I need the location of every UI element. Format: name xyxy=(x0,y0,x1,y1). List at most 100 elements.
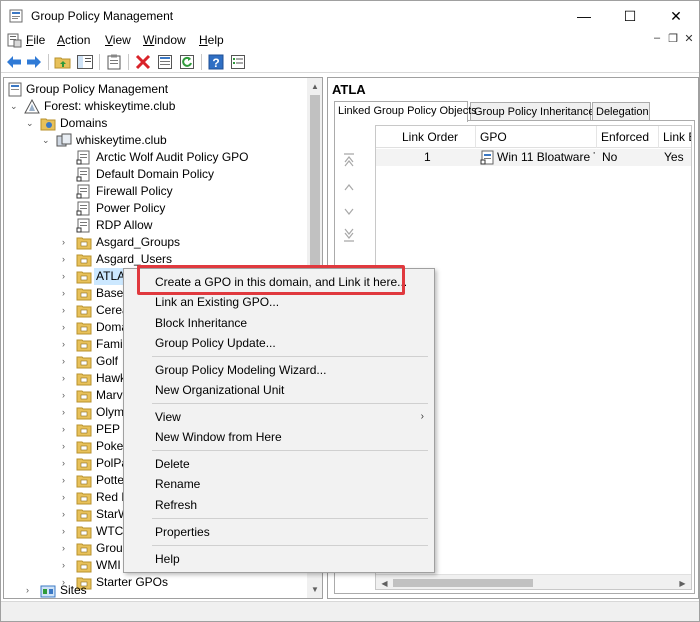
expand-chevron-icon[interactable]: › xyxy=(62,472,72,489)
col-gpo[interactable]: GPO xyxy=(476,126,597,148)
tree-label: Domains xyxy=(60,116,108,130)
mdi-restore-button[interactable]: ❐ xyxy=(665,32,681,48)
scroll-thumb[interactable] xyxy=(310,95,320,265)
ou-folder-icon xyxy=(76,390,92,403)
expand-chevron-icon[interactable]: › xyxy=(62,387,72,404)
show-hide-tree-icon[interactable] xyxy=(76,53,94,71)
ou-folder-icon xyxy=(76,356,92,369)
menu-action[interactable]: Action xyxy=(57,33,90,47)
collapse-chevron-icon[interactable]: ⌄ xyxy=(26,115,36,132)
tree-label: Firewall Policy xyxy=(96,184,173,198)
title-bar: Group Policy Management — ☐ ✕ xyxy=(1,1,699,31)
expand-chevron-icon[interactable]: › xyxy=(62,421,72,438)
collapse-chevron-icon[interactable]: ⌄ xyxy=(42,132,52,149)
menu-window[interactable]: Window xyxy=(143,33,186,47)
expand-chevron-icon[interactable]: › xyxy=(62,540,72,557)
tab-delegation[interactable]: Delegation xyxy=(592,102,650,121)
tree-label: Power Policy xyxy=(96,201,166,215)
menu-rename[interactable]: Rename xyxy=(124,474,434,494)
col-link-order[interactable]: Link Order xyxy=(376,126,476,148)
refresh-icon[interactable] xyxy=(178,53,196,71)
expand-chevron-icon[interactable]: › xyxy=(62,438,72,455)
toolbar-separator xyxy=(99,54,100,70)
move-to-bottom-icon[interactable] xyxy=(340,227,358,243)
help-icon[interactable]: ? xyxy=(207,53,225,71)
tab-gp-inheritance[interactable]: Group Policy Inheritance xyxy=(470,102,594,121)
ou-folder-icon xyxy=(76,458,92,471)
menu-block-inheritance[interactable]: Block Inheritance xyxy=(124,313,434,333)
menu-delete[interactable]: Delete xyxy=(124,454,434,474)
scroll-left-arrow-icon[interactable]: ◀ xyxy=(376,575,393,589)
svg-text:?: ? xyxy=(212,56,219,70)
table-row[interactable]: 1 Win 11 Bloatware T... No Yes xyxy=(376,149,691,166)
expand-chevron-icon[interactable]: › xyxy=(62,455,72,472)
up-folder-icon[interactable] xyxy=(54,53,72,71)
tree-label: Hawk xyxy=(96,371,127,385)
tree-label: Arctic Wolf Audit Policy GPO xyxy=(96,150,249,164)
expand-chevron-icon[interactable]: › xyxy=(62,353,72,370)
menu-help[interactable]: Help xyxy=(124,549,434,569)
gpo-link-icon xyxy=(76,201,90,216)
back-arrow-icon[interactable] xyxy=(5,53,23,71)
tree-label: RDP Allow xyxy=(96,218,153,232)
menu-file[interactable]: File xyxy=(26,33,45,47)
move-up-icon[interactable] xyxy=(340,179,358,195)
tree-label: Starter GPOs xyxy=(96,575,169,589)
toolbar-separator xyxy=(201,54,202,70)
scroll-up-arrow-icon[interactable]: ▲ xyxy=(307,78,322,95)
menu-view[interactable]: View › xyxy=(124,407,434,427)
properties-icon[interactable] xyxy=(156,53,174,71)
mdi-close-button[interactable]: ✕ xyxy=(681,32,697,48)
menu-properties[interactable]: Properties xyxy=(124,522,434,542)
close-button[interactable]: ✕ xyxy=(653,1,699,31)
expand-chevron-icon[interactable]: › xyxy=(62,251,72,268)
scroll-down-arrow-icon[interactable]: ▼ xyxy=(307,581,322,598)
expand-chevron-icon[interactable]: › xyxy=(62,506,72,523)
export-list-icon[interactable] xyxy=(229,53,247,71)
maximize-button[interactable]: ☐ xyxy=(607,1,653,31)
move-to-top-icon[interactable] xyxy=(340,151,358,167)
context-menu: Create a GPO in this domain, and Link it… xyxy=(123,268,435,573)
expand-chevron-icon[interactable]: › xyxy=(62,285,72,302)
menu-help[interactable]: Help xyxy=(199,33,224,47)
menu-new-ou[interactable]: New Organizational Unit xyxy=(124,380,434,400)
expand-chevron-icon[interactable]: › xyxy=(26,582,36,598)
delete-x-icon[interactable] xyxy=(134,53,152,71)
expand-chevron-icon[interactable]: › xyxy=(62,302,72,319)
tree-label: Golf xyxy=(96,354,119,368)
ou-folder-icon xyxy=(76,288,92,301)
menu-gp-update[interactable]: Group Policy Update... xyxy=(124,333,434,353)
expand-chevron-icon[interactable]: › xyxy=(62,234,72,251)
minimize-button[interactable]: — xyxy=(561,1,607,31)
cell-gpo: Win 11 Bloatware T... xyxy=(497,150,595,164)
col-link-enabled[interactable]: Link E xyxy=(659,126,691,148)
menu-view[interactable]: View xyxy=(105,33,131,47)
clipboard-icon[interactable] xyxy=(105,53,123,71)
menu-gp-modeling-wizard[interactable]: Group Policy Modeling Wizard... xyxy=(124,360,434,380)
move-down-icon[interactable] xyxy=(340,203,358,219)
grid-horizontal-scrollbar[interactable]: ◀ ▶ xyxy=(376,574,691,589)
expand-chevron-icon[interactable]: › xyxy=(62,268,72,285)
col-enforced[interactable]: Enforced xyxy=(597,126,659,148)
expand-chevron-icon[interactable]: › xyxy=(62,370,72,387)
tree-label: Forest: whiskeytime.club xyxy=(44,99,176,113)
expand-chevron-icon[interactable]: › xyxy=(62,404,72,421)
menu-new-window[interactable]: New Window from Here xyxy=(124,427,434,447)
menu-create-and-link-gpo[interactable]: Create a GPO in this domain, and Link it… xyxy=(124,272,434,292)
tab-linked-gpos[interactable]: Linked Group Policy Objects xyxy=(334,101,477,122)
mdi-minimize-button[interactable]: – xyxy=(649,32,665,48)
ou-folder-icon xyxy=(76,373,92,386)
collapse-chevron-icon[interactable]: ⌄ xyxy=(10,98,20,115)
expand-chevron-icon[interactable]: › xyxy=(62,557,72,574)
domain-icon xyxy=(56,133,72,147)
menu-refresh[interactable]: Refresh xyxy=(124,495,434,515)
expand-chevron-icon[interactable]: › xyxy=(62,489,72,506)
menu-separator xyxy=(152,545,428,546)
menu-link-existing-gpo[interactable]: Link an Existing GPO... xyxy=(124,292,434,312)
expand-chevron-icon[interactable]: › xyxy=(62,336,72,353)
scroll-right-arrow-icon[interactable]: ▶ xyxy=(674,575,691,589)
forward-arrow-icon[interactable] xyxy=(25,53,43,71)
expand-chevron-icon[interactable]: › xyxy=(62,523,72,540)
expand-chevron-icon[interactable]: › xyxy=(62,319,72,336)
scroll-thumb[interactable] xyxy=(393,579,533,587)
